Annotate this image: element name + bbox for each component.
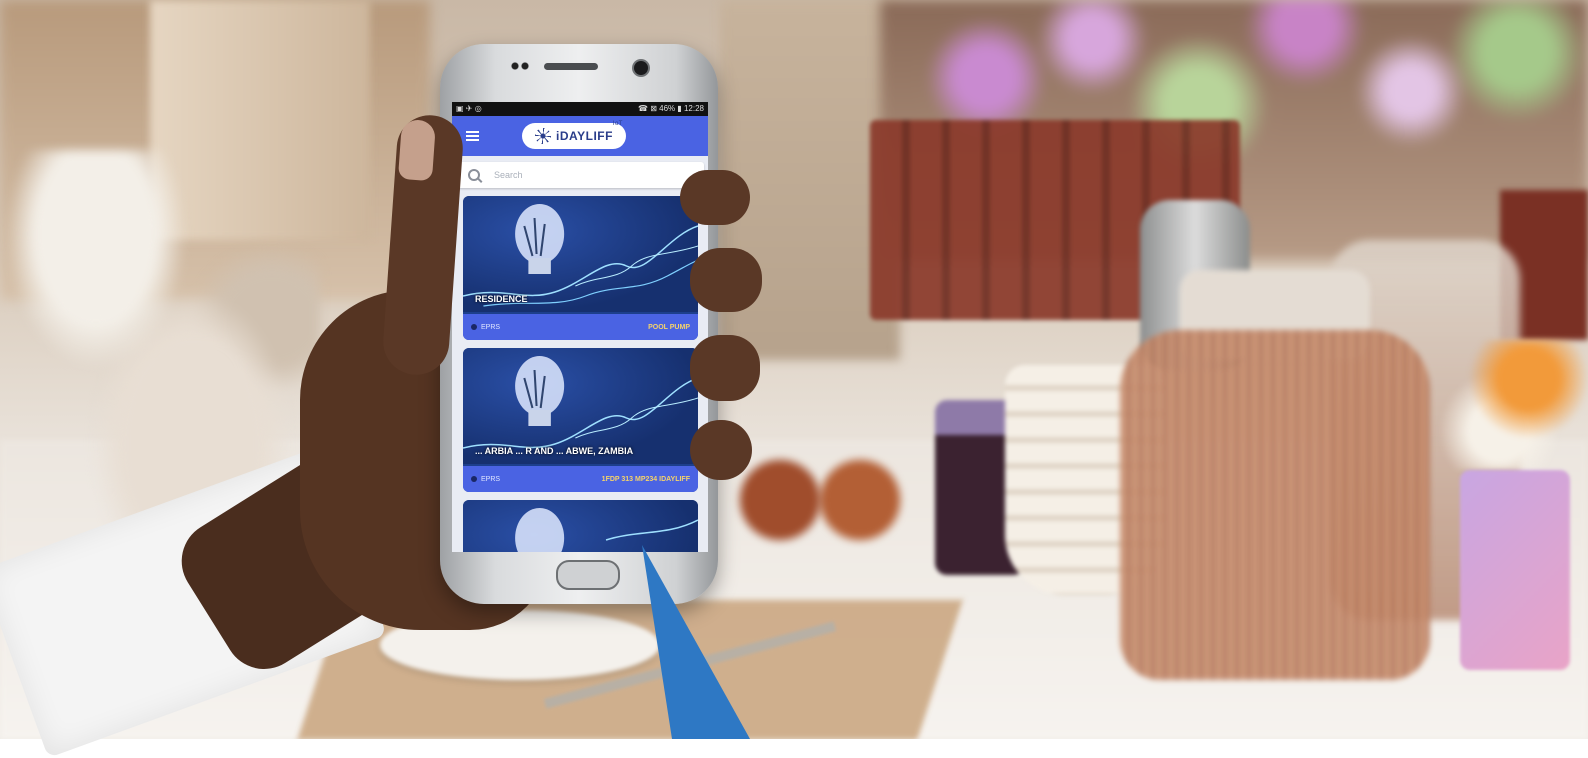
card-status: EPRS	[471, 476, 500, 483]
status-bar-left: ▣ ✈ ◎	[456, 104, 482, 113]
logo-sun-icon	[535, 128, 552, 144]
status-dot-icon	[471, 476, 477, 482]
card-tag: 1FDP 313 MP234 IDAYLIFF	[601, 475, 690, 483]
callout-pointer	[642, 545, 750, 739]
finger-index	[680, 170, 750, 225]
card-footer: EPRS 1FDP 313 MP234 IDAYLIFF	[463, 466, 698, 492]
finger-middle	[690, 248, 762, 312]
orange-flowers	[1440, 340, 1588, 470]
phone-speaker	[544, 63, 598, 70]
logo-wordmark: iDAYLIFF	[556, 129, 613, 143]
card-title: RESIDENCE	[475, 294, 528, 304]
card-title: ... ARBIA ... R AND ... ABWE, ZAMBIA	[475, 446, 634, 456]
status-bar-right: ☎ ⊠ 46% ▮ 12:28	[638, 104, 704, 113]
finger-pinky	[690, 420, 752, 480]
status-bar: ▣ ✈ ◎ ☎ ⊠ 46% ▮ 12:28	[452, 102, 708, 116]
phone-screen: ▣ ✈ ◎ ☎ ⊠ 46% ▮ 12:28 iDAYLIFF IoT Searc…	[452, 102, 708, 552]
device-card[interactable]: ... ARBIA ... R AND ... ABWE, ZAMBIA EPR…	[463, 348, 698, 492]
floral-cup	[1460, 470, 1570, 670]
search-icon	[468, 169, 480, 181]
app-logo: iDAYLIFF IoT	[522, 121, 626, 149]
search-input[interactable]	[492, 169, 676, 181]
thumbnail	[397, 118, 437, 182]
card-status: EPRS	[471, 324, 500, 331]
status-dot-icon	[471, 324, 477, 330]
card-status-label: EPRS	[481, 475, 501, 483]
finger-ring	[690, 335, 760, 401]
hamburger-icon[interactable]	[466, 131, 479, 141]
small-jars	[730, 440, 930, 560]
phone-sensors	[510, 61, 530, 71]
card-footer: EPRS POOL PUMP	[463, 314, 698, 340]
logo-text: iDAYLIFF IoT	[556, 121, 622, 143]
search-bar[interactable]	[456, 162, 704, 188]
device-card[interactable]: RESIDENCE EPRS POOL PUMP	[463, 196, 698, 340]
logo-superscript: IoT	[612, 121, 623, 127]
card-status-label: EPRS	[481, 323, 501, 331]
phone-camera	[634, 61, 648, 75]
glass-jar	[1120, 330, 1430, 680]
app-bar: iDAYLIFF IoT	[452, 116, 708, 156]
card-tag: POOL PUMP	[648, 323, 690, 331]
home-button[interactable]	[556, 560, 620, 590]
